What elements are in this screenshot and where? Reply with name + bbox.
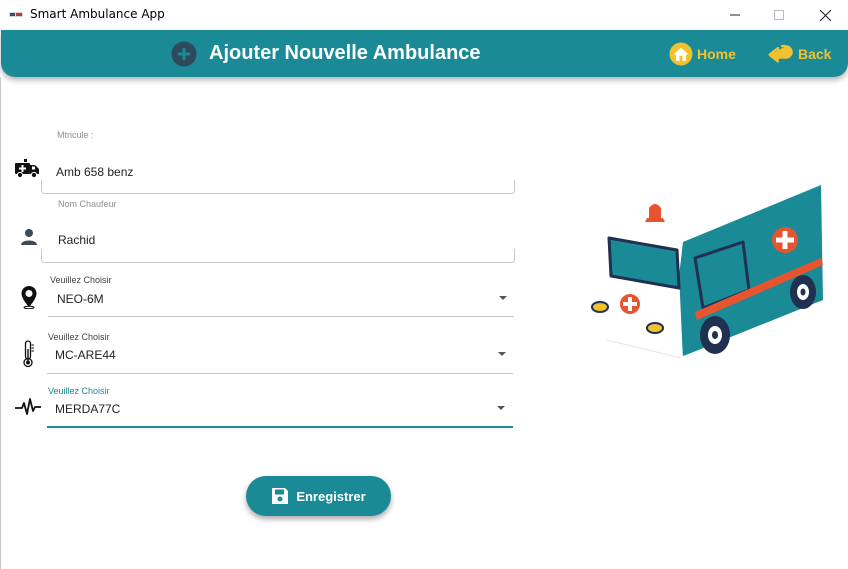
close-icon [819,9,831,21]
minimize-button[interactable] [712,0,758,30]
app-logo-icon [9,12,23,17]
close-button[interactable] [802,0,848,30]
gps-underline [48,316,514,317]
person-icon [21,229,37,245]
home-button[interactable]: Home [669,42,736,66]
home-label: Home [697,46,736,62]
temperature-label: Veuillez Choisir [48,332,110,342]
gps-value: NEO-6M [57,292,104,306]
app-window: Smart Ambulance App Ajouter Nouvelle Amb… [0,0,848,569]
temperature-value: MC-ARE44 [55,348,116,362]
maximize-icon [774,10,784,20]
back-label: Back [798,46,832,62]
heart-select[interactable]: MERDA77C [47,396,513,429]
heartbeat-icon [15,398,41,415]
title-bar: Smart Ambulance App [0,0,848,30]
minimize-icon [730,14,740,16]
chauffeur-input[interactable]: Rachid [41,219,515,263]
chauffeur-label: Nom Chaufeur [58,199,117,209]
window-left-border [0,77,1,569]
page-title: Ajouter Nouvelle Ambulance [209,42,481,64]
temperature-select[interactable]: MC-ARE44 [47,342,513,374]
heart-dropdown-icon [497,406,505,410]
gps-dropdown-icon [499,296,507,300]
location-pin-icon [21,286,37,309]
back-arrow-icon [768,44,793,63]
matricule-label: Mtricule : [57,130,94,140]
temperature-underline [47,373,513,374]
ambulance-icon [15,159,39,179]
heart-label: Veuillez Choisir [48,386,110,396]
temperature-dropdown-icon [498,352,506,356]
chauffeur-value: Rachid [58,233,96,247]
matricule-value: Amb 658 benz [56,165,134,179]
thermometer-icon [23,340,34,368]
window-title: Smart Ambulance App [30,7,165,21]
save-label: Enregistrer [296,488,366,504]
matricule-outline [41,180,515,194]
ambulance-illustration [591,185,823,360]
home-icon [669,42,693,66]
matricule-input[interactable]: Amb 658 benz [41,150,515,194]
back-button[interactable]: Back [768,42,831,66]
add-circle-icon [171,41,197,67]
heart-underline [47,426,513,428]
maximize-button[interactable] [756,0,802,30]
save-button[interactable]: Enregistrer [246,476,391,516]
save-icon [272,488,289,504]
heart-value: MERDA77C [55,402,121,416]
chauffeur-outline [41,249,515,263]
gps-select[interactable]: NEO-6M [48,286,514,318]
gps-label: Veuillez Choisir [50,275,112,285]
app-header: Ajouter Nouvelle Ambulance Home Back [1,30,848,77]
